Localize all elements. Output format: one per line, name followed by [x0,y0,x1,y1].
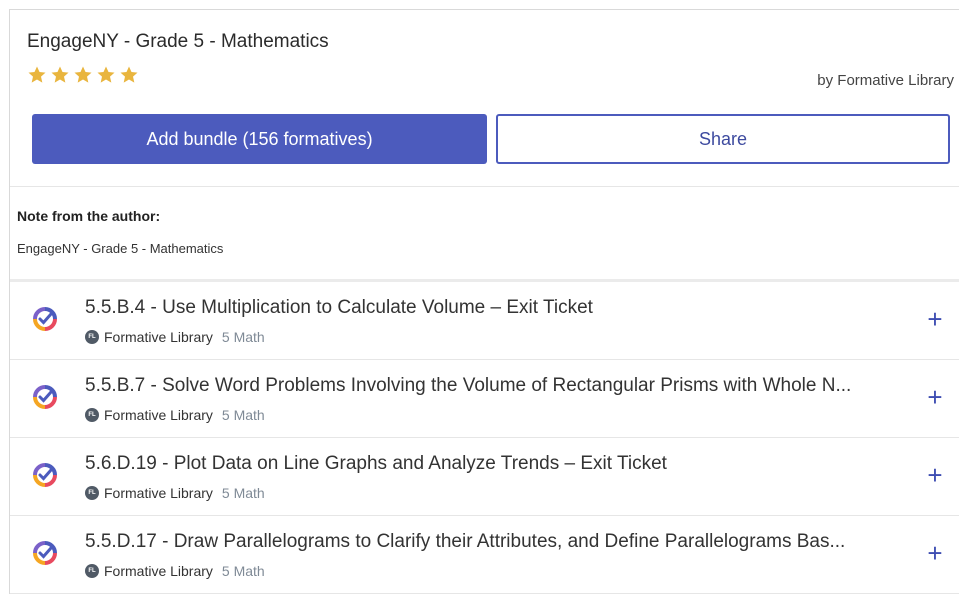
note-text: EngageNY - Grade 5 - Mathematics [17,241,224,256]
item-title[interactable]: 5.5.B.4 - Use Multiplication to Calculat… [85,297,900,319]
library-badge-icon: FL [85,408,99,422]
section-divider [10,186,959,187]
star-icon [97,66,115,83]
plus-icon[interactable]: + [924,462,946,488]
item-title[interactable]: 5.5.B.7 - Solve Word Problems Involving … [85,375,900,397]
plus-icon[interactable]: + [924,540,946,566]
rating-stars [27,65,139,85]
star-icon [28,66,46,83]
item-subject: 5 Math [221,563,265,579]
item-meta: FL Formative Library 5 Math [85,407,265,423]
item-subject: 5 Math [221,485,265,501]
plus-icon[interactable]: + [924,306,946,332]
item-library: Formative Library [104,485,213,501]
item-meta: FL Formative Library 5 Math [85,485,265,501]
list-item[interactable]: 5.5.B.4 - Use Multiplication to Calculat… [10,282,959,360]
plus-icon[interactable]: + [924,384,946,410]
star-icon [51,66,69,83]
list-item[interactable]: 5.6.D.19 - Plot Data on Line Graphs and … [10,438,959,516]
list-item[interactable]: 5.5.B.7 - Solve Word Problems Involving … [10,360,959,438]
item-library: Formative Library [104,563,213,579]
item-subject: 5 Math [221,329,265,345]
item-title[interactable]: 5.5.D.17 - Draw Parallelograms to Clarif… [85,531,900,553]
bundle-panel: EngageNY - Grade 5 - Mathematics by Form… [9,9,959,594]
formative-logo-icon [33,307,57,331]
formative-list: 5.5.B.4 - Use Multiplication to Calculat… [10,279,959,594]
item-subject: 5 Math [221,407,265,423]
note-label: Note from the author: [17,208,161,224]
formative-logo-icon [33,463,57,487]
item-meta: FL Formative Library 5 Math [85,563,265,579]
star-icon [74,66,92,83]
library-badge-icon: FL [85,486,99,500]
library-badge-icon: FL [85,564,99,578]
list-item[interactable]: 5.5.D.17 - Draw Parallelograms to Clarif… [10,516,959,594]
formative-logo-icon [33,385,57,409]
item-library: Formative Library [104,407,213,423]
item-library: Formative Library [104,329,213,345]
item-meta: FL Formative Library 5 Math [85,329,265,345]
share-button[interactable]: Share [496,114,950,164]
item-title[interactable]: 5.6.D.19 - Plot Data on Line Graphs and … [85,453,900,475]
formative-logo-icon [33,541,57,565]
bundle-title: EngageNY - Grade 5 - Mathematics [27,31,329,52]
library-badge-icon: FL [85,330,99,344]
add-bundle-button[interactable]: Add bundle (156 formatives) [32,114,487,164]
star-icon [120,66,138,83]
author-byline: by Formative Library [817,72,954,89]
